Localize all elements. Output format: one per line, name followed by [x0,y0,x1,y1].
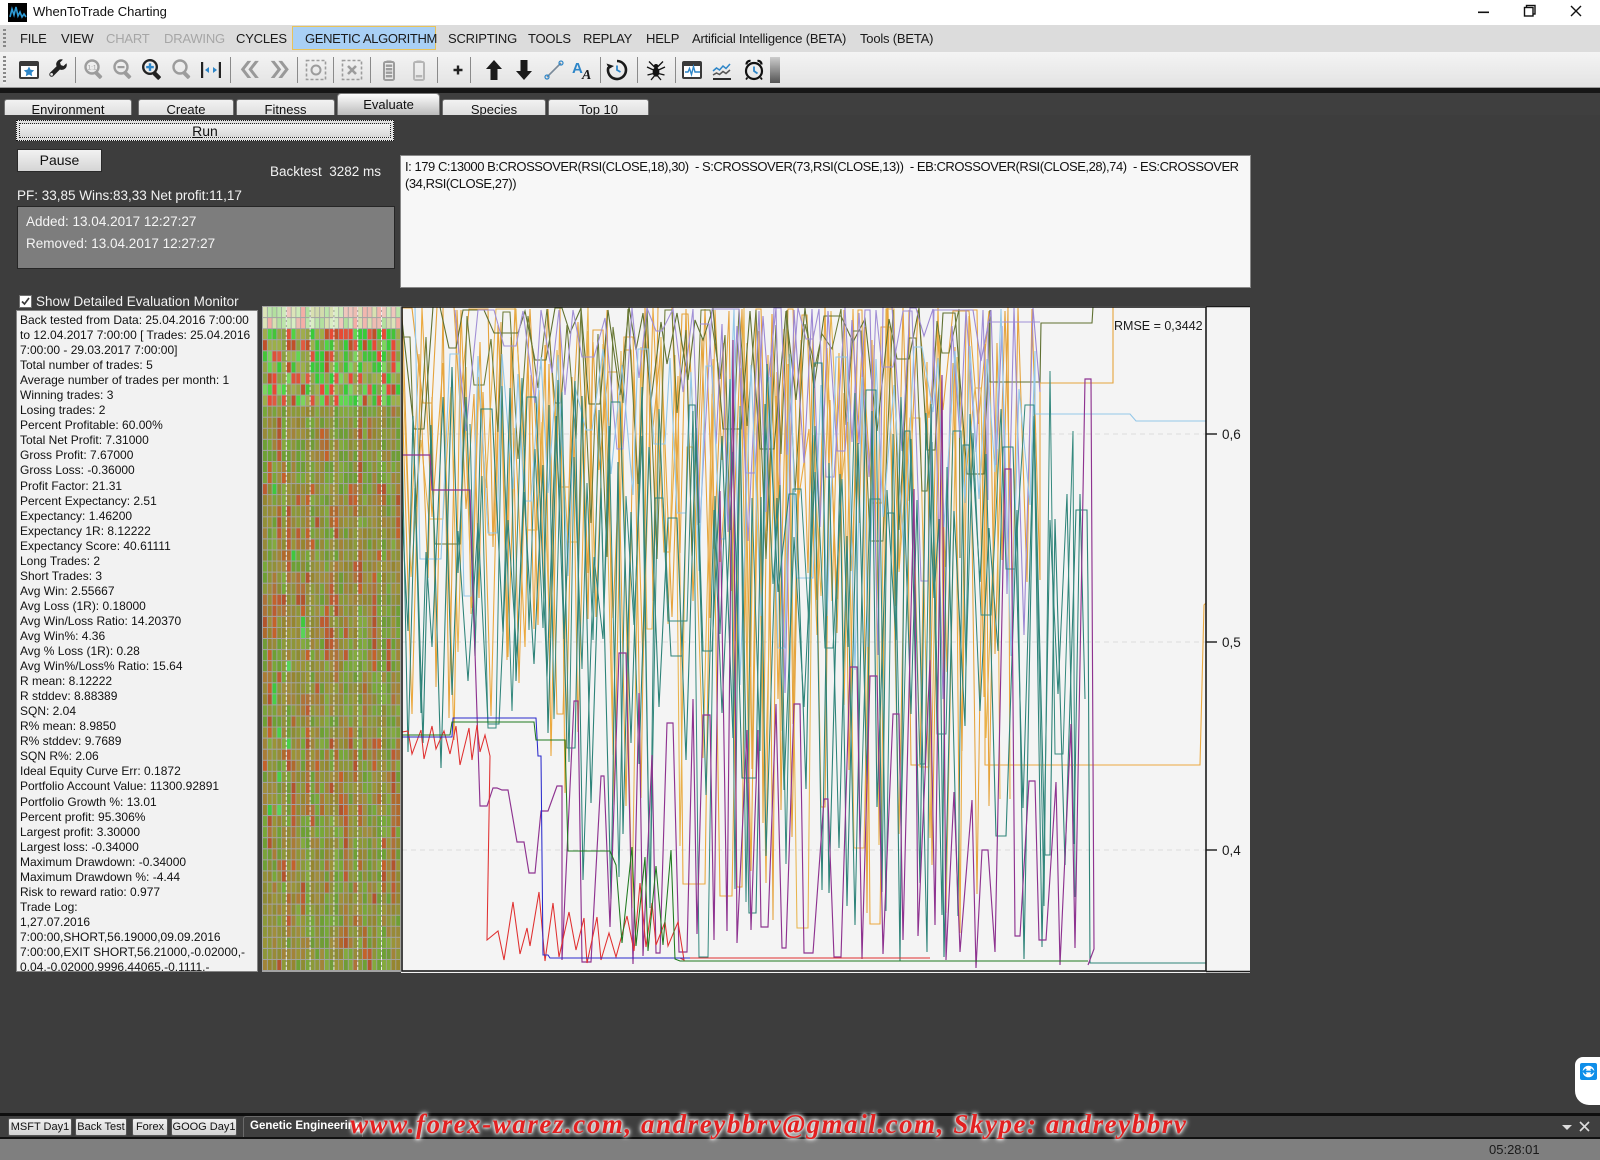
svg-text:A: A [581,68,591,82]
svg-text:0,6: 0,6 [1222,427,1241,442]
svg-text:0,4: 0,4 [1222,843,1241,858]
svg-text:1:1: 1:1 [87,65,96,72]
svg-text:0,5: 0,5 [1222,635,1241,650]
svg-text:RMSE = 0,3442: RMSE = 0,3442 [1114,319,1203,333]
